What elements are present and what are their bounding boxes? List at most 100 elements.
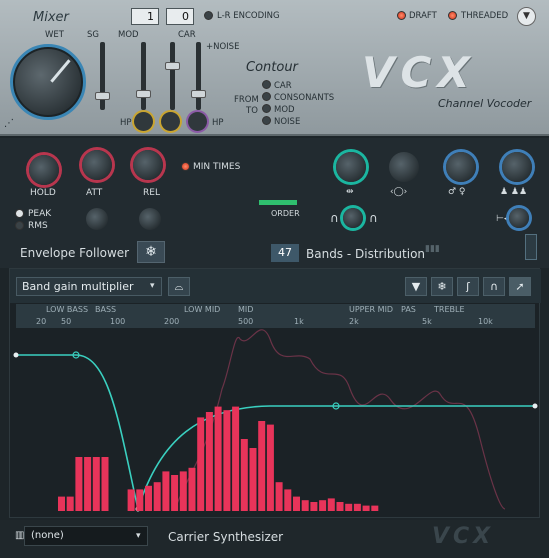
car-label: CAR xyxy=(178,30,196,40)
att-curve-knob[interactable] xyxy=(86,208,108,230)
threaded-label: THREADED xyxy=(461,11,509,21)
carrier-preset-dropdown[interactable]: (none) xyxy=(24,526,148,546)
grip-icon: ⋰ xyxy=(4,118,14,129)
band-bar[interactable] xyxy=(232,406,240,511)
stereo-knob[interactable] xyxy=(389,152,419,182)
band-bar[interactable] xyxy=(58,496,65,511)
band-bar[interactable] xyxy=(153,482,161,511)
band-bar[interactable] xyxy=(301,500,309,511)
band-bar[interactable] xyxy=(66,496,74,511)
curve-knob[interactable] xyxy=(343,208,363,228)
value-field-1[interactable]: 1 xyxy=(131,8,159,25)
contour-radio-consonants[interactable] xyxy=(262,92,271,101)
band-bar[interactable] xyxy=(162,471,170,511)
hold-knob[interactable] xyxy=(29,155,59,185)
contour-title: Contour xyxy=(246,60,298,75)
mixer-title: Mixer xyxy=(33,10,69,25)
peak-label: PEAK xyxy=(28,209,52,219)
curve-left-icon: ∩ xyxy=(330,211,339,225)
order-meter[interactable] xyxy=(259,200,297,205)
sg-fader[interactable] xyxy=(95,42,110,110)
band-bar[interactable] xyxy=(258,421,266,511)
curve-right-icon: ∩ xyxy=(369,211,378,225)
car-fader[interactable] xyxy=(165,42,180,110)
threaded-led[interactable] xyxy=(448,11,457,20)
band-plot[interactable] xyxy=(10,269,541,519)
hold-label: HOLD xyxy=(30,188,56,198)
bands-count-field[interactable]: 47 xyxy=(271,244,299,262)
top-panel: Mixer WET ⋰ SG MOD CAR +NOISE HP HP 1 0 … xyxy=(0,0,549,136)
contour-option-consonants: CONSONANTS xyxy=(274,93,335,103)
band-bar[interactable] xyxy=(249,448,257,511)
lr-encoding-led[interactable] xyxy=(204,11,213,20)
att-knob[interactable] xyxy=(82,150,112,180)
band-bar[interactable] xyxy=(188,467,196,511)
rms-radio[interactable] xyxy=(15,221,24,230)
band-bar[interactable] xyxy=(336,502,344,511)
band-bar[interactable] xyxy=(84,457,92,511)
wet-knob[interactable] xyxy=(10,44,86,120)
bands-label: Bands - Distribution xyxy=(306,247,426,261)
contour-radio-car[interactable] xyxy=(262,80,271,89)
band-bar[interactable] xyxy=(345,503,353,511)
band-bar[interactable] xyxy=(319,500,327,511)
band-bar[interactable] xyxy=(293,496,300,511)
band-bar[interactable] xyxy=(127,489,135,511)
scroll-handle[interactable] xyxy=(525,234,537,260)
band-bar[interactable] xyxy=(92,457,100,511)
band-bar[interactable] xyxy=(353,503,361,511)
freeze-snowflake-icon[interactable]: ❄ xyxy=(137,241,165,263)
min-times-led[interactable] xyxy=(181,162,190,171)
band-bar[interactable] xyxy=(75,457,83,511)
noise-hp-knob[interactable] xyxy=(188,112,207,131)
band-bar[interactable] xyxy=(136,489,144,511)
gender-icon: ♂ ♀ xyxy=(448,187,466,197)
band-bar[interactable] xyxy=(101,457,109,511)
rel-label: REL xyxy=(143,188,160,198)
band-bar[interactable] xyxy=(371,505,379,511)
band-bar[interactable] xyxy=(275,482,283,511)
envelope-panel: HOLD ATT REL MIN TIMES PEAK RMS Envelope… xyxy=(0,138,549,268)
band-bar[interactable] xyxy=(362,505,370,511)
rel-curve-knob[interactable] xyxy=(139,208,161,230)
band-bar[interactable] xyxy=(310,502,318,511)
width-knob[interactable] xyxy=(509,208,529,228)
mod-shift-knob[interactable] xyxy=(336,152,366,182)
footer: ▥ (none) ▾ Carrier Synthesizer VCX xyxy=(0,520,549,558)
hp-right-label: HP xyxy=(212,118,224,128)
noise-label: +NOISE xyxy=(206,42,240,52)
band-bar[interactable] xyxy=(266,424,274,511)
gender-knob[interactable] xyxy=(446,152,476,182)
band-bar[interactable] xyxy=(197,417,205,511)
band-bar[interactable] xyxy=(223,410,231,511)
value-field-2[interactable]: 0 xyxy=(166,8,194,25)
mod-fader[interactable] xyxy=(136,42,151,110)
contour-option-noise: NOISE xyxy=(274,117,301,127)
order-label: ORDER xyxy=(271,209,300,218)
contour-radio-mod[interactable] xyxy=(262,104,271,113)
min-times-label: MIN TIMES xyxy=(193,162,241,172)
peak-radio[interactable] xyxy=(15,209,24,218)
band-bar[interactable] xyxy=(327,498,335,511)
band-bar[interactable] xyxy=(145,485,152,511)
draft-led[interactable] xyxy=(397,11,406,20)
menu-chevron-icon[interactable]: ▼ xyxy=(517,7,536,26)
rel-knob[interactable] xyxy=(133,150,163,180)
band-bar[interactable] xyxy=(179,471,187,511)
noise-fader[interactable] xyxy=(191,42,206,110)
mod-hp-knob[interactable] xyxy=(134,112,153,131)
rms-label: RMS xyxy=(28,221,48,231)
voices-knob[interactable] xyxy=(502,152,532,182)
band-bar[interactable] xyxy=(214,406,222,511)
band-bar[interactable] xyxy=(205,412,213,511)
car-hp-knob[interactable] xyxy=(161,112,180,131)
wet-label: WET xyxy=(45,30,64,40)
band-bar[interactable] xyxy=(240,439,248,511)
att-label: ATT xyxy=(86,188,103,198)
voices-icon: ♟ ♟♟ xyxy=(500,187,528,197)
contour-radio-noise[interactable] xyxy=(262,116,271,125)
contour-from-label: FROM xyxy=(234,95,259,105)
width-icon: ⊢◂ xyxy=(496,214,509,224)
band-bar[interactable] xyxy=(284,489,292,511)
band-bar[interactable] xyxy=(171,475,179,511)
